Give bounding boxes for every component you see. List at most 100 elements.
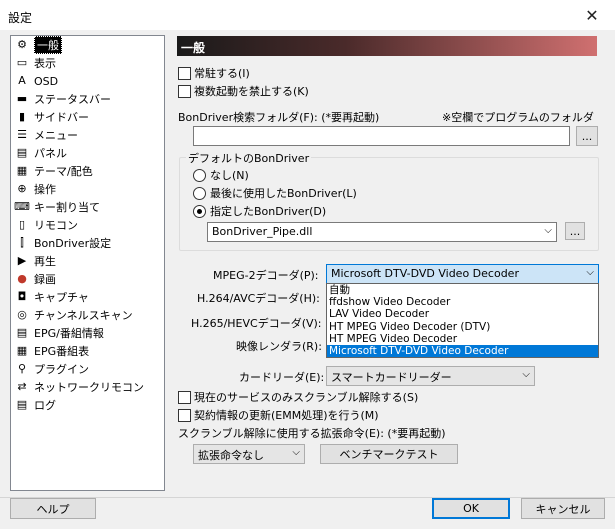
help-button[interactable]: ヘルプ xyxy=(10,498,96,519)
resident-label: 常駐する(I) xyxy=(194,67,250,80)
bondriver-folder-label: BonDriver検索フォルダ(F): (*要再起動) xyxy=(178,111,380,124)
osd-icon: A xyxy=(18,74,26,87)
close-icon[interactable]: ✕ xyxy=(569,0,615,30)
settings-category-list[interactable]: ⚙ 一般 ▭ 表示 A OSD ▬ ステータスバー ▮ サイドバー ☰ メニュー ▤ パネル ▦ テーマ/配色… xyxy=(10,35,165,491)
dropdown-option[interactable]: LAV Video Decoder xyxy=(327,308,598,320)
sidebar-item[interactable]: ● 録画 xyxy=(11,270,164,288)
radio-last-used-label: 最後に使用したBonDriver(L) xyxy=(210,187,357,200)
default-bondriver-legend: デフォルトのBonDriver xyxy=(186,150,312,166)
sidebar-item[interactable]: ▦ EPG番組表 xyxy=(11,342,164,360)
sidebar-item[interactable]: ☰ メニュー xyxy=(11,126,164,144)
radio-none-label: なし(N) xyxy=(210,169,249,182)
sidebar-item[interactable]: ▮ サイドバー xyxy=(11,108,164,126)
sidebar-item[interactable]: ⫿ BonDriver設定 xyxy=(11,234,164,252)
cancel-button[interactable]: キャンセル xyxy=(521,498,605,519)
emm-update-checkbox[interactable]: 契約情報の更新(EMM処理)を行う(M) xyxy=(178,407,379,423)
no-multi-instance-checkbox[interactable]: 複数起動を禁止する(K) xyxy=(178,83,309,99)
bondriver-select-value: BonDriver_Pipe.dll xyxy=(212,225,313,238)
bondriver-folder-input[interactable] xyxy=(193,126,570,146)
dropdown-option[interactable]: Microsoft DTV-DVD Video Decoder xyxy=(327,344,598,358)
dropdown-option[interactable]: HT MPEG Video Decoder xyxy=(327,333,598,345)
mpeg2-decoder-select[interactable]: Microsoft DTV-DVD Video Decoder ⌵ xyxy=(326,264,599,284)
chevron-down-icon[interactable]: ⌵ xyxy=(292,447,300,458)
sidebar-item-label: 表示 xyxy=(34,57,56,70)
sidebar-item-label: ステータスバー xyxy=(34,93,111,106)
checkbox-box[interactable] xyxy=(178,84,191,98)
bondriver-folder-note: ※空欄でプログラムのフォルダ xyxy=(442,111,594,124)
radio-last-used[interactable]: 最後に使用したBonDriver(L) xyxy=(193,185,357,201)
sidebar-item[interactable]: ▭ 表示 xyxy=(11,54,164,72)
sidebar-item[interactable]: ▤ ログ xyxy=(11,396,164,414)
radio-specified[interactable]: 指定したBonDriver(D) xyxy=(193,203,326,219)
descramble-current-checkbox[interactable]: 現在のサービスのみスクランブル解除する(S) xyxy=(178,389,418,405)
benchmark-button[interactable]: ベンチマークテスト xyxy=(320,444,458,464)
sidebar-item-label: EPG番組表 xyxy=(34,345,90,358)
card-reader-label: カードリーダ(E): xyxy=(239,371,325,384)
mpeg2-decoder-dropdown[interactable]: 自動 ffdshow Video Decoder LAV Video Decoder… xyxy=(326,283,599,358)
sidebar-item[interactable]: ▤ パネル xyxy=(11,144,164,162)
ext-instruction-select[interactable]: 拡張命令なし ⌵ xyxy=(193,444,305,464)
radio-dot[interactable] xyxy=(193,168,206,182)
play-icon: ▶ xyxy=(17,254,27,267)
sidebar-item[interactable]: ▯ リモコン xyxy=(11,216,164,234)
gear-icon: ⚙ xyxy=(17,38,27,51)
sidebar-item[interactable]: A OSD xyxy=(11,72,164,90)
sidebar-item[interactable]: ⇄ ネットワークリモコン xyxy=(11,378,164,396)
sidebar-item-label: BonDriver設定 xyxy=(34,237,112,250)
card-reader-select[interactable]: スマートカードリーダー ⌵ xyxy=(326,366,535,386)
sidebar-item-label: 操作 xyxy=(34,183,56,196)
chevron-down-icon[interactable]: ⌵ xyxy=(586,267,594,278)
radio-dot[interactable] xyxy=(193,186,206,200)
sidebar-item[interactable]: ▦ テーマ/配色 xyxy=(11,162,164,180)
log-icon: ▤ xyxy=(16,398,28,411)
chevron-down-icon[interactable]: ⌵ xyxy=(522,369,530,380)
sidebar-item-label: キー割り当て xyxy=(34,201,100,214)
plugin-icon: ⚲ xyxy=(17,362,27,375)
bondriver-select[interactable]: BonDriver_Pipe.dll ⌵ xyxy=(207,222,557,242)
mpeg2-decoder-value: Microsoft DTV-DVD Video Decoder xyxy=(331,267,519,280)
sidebar-item[interactable]: ▶ 再生 xyxy=(11,252,164,270)
title-bar: 設定 ✕ xyxy=(0,0,615,30)
sidebar-item-label: EPG/番組情報 xyxy=(34,327,104,340)
sidebar-item-label: リモコン xyxy=(34,219,78,232)
radio-dot[interactable] xyxy=(193,204,206,218)
dropdown-option[interactable]: 自動 xyxy=(327,284,598,296)
dropdown-option[interactable]: HT MPEG Video Decoder (DTV) xyxy=(327,321,598,333)
scan-icon: ◎ xyxy=(17,308,27,321)
sidebar-item[interactable]: ⌨ キー割り当て xyxy=(11,198,164,216)
sidebar-item-label: テーマ/配色 xyxy=(34,165,93,178)
mpeg2-decoder-label: MPEG-2デコーダ(P): xyxy=(213,269,319,282)
browse-bondriver-button[interactable]: ... xyxy=(565,222,585,240)
dropdown-option[interactable]: ffdshow Video Decoder xyxy=(327,296,598,308)
browse-folder-button[interactable]: ... xyxy=(576,126,598,146)
sidebar-item[interactable]: ▤ EPG/番組情報 xyxy=(11,324,164,342)
sidebar-item-label: 一般 xyxy=(34,36,62,54)
keyboard-icon: ⌨ xyxy=(14,200,30,213)
sidebar-item[interactable]: ⚙ 一般 xyxy=(11,36,164,54)
checkbox-box[interactable] xyxy=(178,390,191,404)
window-title: 設定 xyxy=(8,11,33,25)
resident-checkbox[interactable]: 常駐する(I) xyxy=(178,65,250,81)
sidebar-item[interactable]: ⚲ プラグイン xyxy=(11,360,164,378)
sidebar-item[interactable]: ◎ チャンネルスキャン xyxy=(11,306,164,324)
sidebar-icon: ▮ xyxy=(18,110,26,123)
ok-button[interactable]: OK xyxy=(432,498,510,519)
sidebar-item-label: 録画 xyxy=(34,273,56,286)
sidebar-item-label: ネットワークリモコン xyxy=(34,381,144,394)
sidebar-item[interactable]: ▬ ステータスバー xyxy=(11,90,164,108)
sidebar-item-label: キャプチャ xyxy=(34,291,89,304)
camera-icon: ◘ xyxy=(17,290,27,303)
checkbox-box[interactable] xyxy=(178,408,191,422)
descramble-current-label: 現在のサービスのみスクランブル解除する(S) xyxy=(194,391,419,404)
emm-update-label: 契約情報の更新(EMM処理)を行う(M) xyxy=(194,409,379,422)
ext-instruction-value: 拡張命令なし xyxy=(198,449,264,462)
chevron-down-icon[interactable]: ⌵ xyxy=(544,225,552,236)
radio-none[interactable]: なし(N) xyxy=(193,167,249,183)
epg-icon: ▤ xyxy=(16,326,28,339)
checkbox-box[interactable] xyxy=(178,66,191,80)
sidebar-item[interactable]: ⊕ 操作 xyxy=(11,180,164,198)
mouse-icon: ⊕ xyxy=(17,182,27,195)
sidebar-item[interactable]: ◘ キャプチャ xyxy=(11,288,164,306)
sidebar-item-label: 再生 xyxy=(34,255,56,268)
sidebar-item-label: OSD xyxy=(34,74,59,88)
